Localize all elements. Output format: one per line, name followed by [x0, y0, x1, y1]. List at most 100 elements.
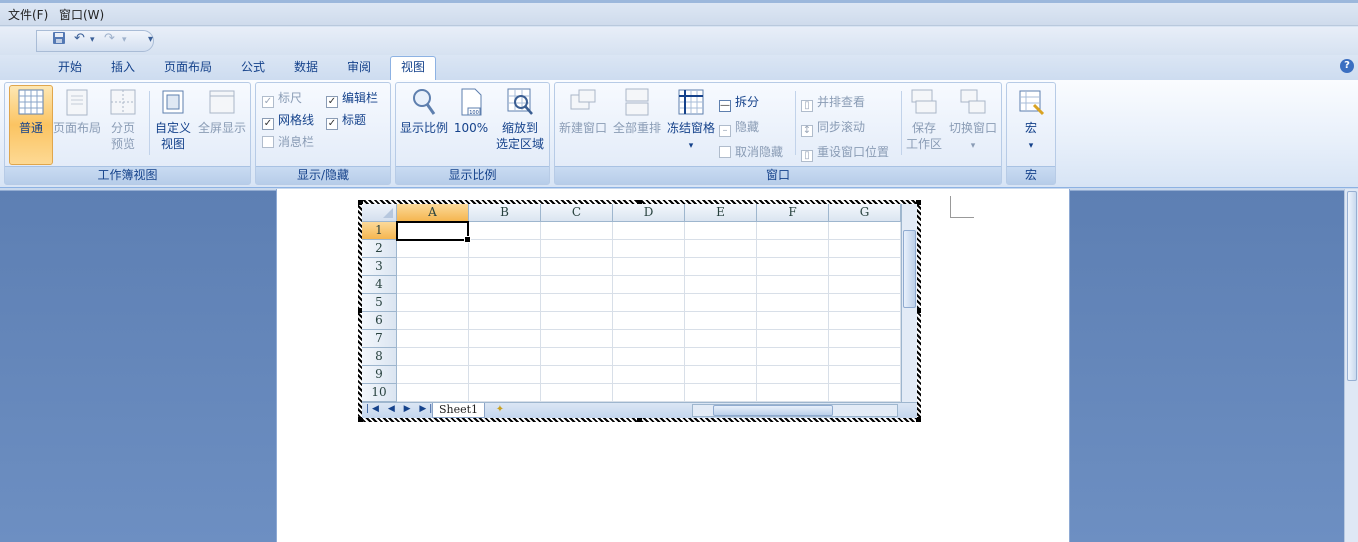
custom-views-button[interactable]: 自定义 视图 [153, 87, 193, 152]
row-header[interactable]: 8 [362, 348, 397, 366]
menu-file[interactable]: 文件(F) [8, 6, 48, 23]
normal-view-button[interactable]: 普通 [9, 87, 53, 136]
save-workspace-button[interactable]: 保存 工作区 [903, 87, 945, 152]
zoom-button[interactable]: 显示比例 [398, 87, 450, 136]
group-label-window: 窗口 [555, 166, 1001, 184]
row-header[interactable]: 3 [362, 258, 397, 276]
sheet-tab-sheet1[interactable]: Sheet1 [432, 403, 486, 418]
reset-window-position-button[interactable]: ▯ 重设窗口位置 [801, 143, 889, 162]
group-label-macros: 宏 [1007, 166, 1055, 184]
view-side-by-side-button[interactable]: ▯ 并排查看 [801, 93, 865, 112]
full-screen-button[interactable]: 全屏显示 [195, 87, 249, 136]
page-break-preview-button[interactable]: 分页 预览 [105, 87, 141, 152]
sheet-tab-bar: |◀ ◀ ▶ ▶| Sheet1 ✦ [362, 402, 917, 418]
customize-qat-icon[interactable]: ▾ [148, 34, 153, 45]
freeze-panes-button[interactable]: 冻结窗格 ▾ [665, 87, 717, 154]
column-header[interactable]: D [613, 204, 685, 222]
document-vertical-scrollbar[interactable] [1344, 189, 1358, 542]
column-header[interactable]: F [757, 204, 829, 222]
undo-dropdown-icon[interactable]: ▾ [90, 35, 95, 45]
row-header[interactable]: 5 [362, 294, 397, 312]
sheet-vertical-scrollbar[interactable] [901, 204, 917, 402]
row-header[interactable]: 6 [362, 312, 397, 330]
save-icon[interactable] [52, 31, 66, 49]
split-button[interactable]: — 拆分 [719, 93, 759, 112]
synchronous-scrolling-button[interactable]: ↕ 同步滚动 [801, 118, 865, 137]
zoom-100-icon: 100 [461, 88, 482, 116]
separator [795, 91, 796, 155]
insert-sheet-icon[interactable]: ✦ [490, 404, 510, 417]
unhide-button[interactable]: 取消隐藏 [719, 143, 783, 160]
menu-window[interactable]: 窗口(W) [59, 6, 104, 23]
row-header[interactable]: 7 [362, 330, 397, 348]
undo-icon[interactable]: ↶ [74, 31, 85, 46]
arrange-all-icon [625, 88, 649, 116]
title-strip [0, 0, 1358, 3]
group-label-zoom: 显示比例 [396, 166, 549, 184]
macros-button[interactable]: 宏 ▾ [1011, 87, 1051, 154]
redo-dropdown-icon[interactable]: ▾ [122, 35, 127, 45]
column-header[interactable]: A [397, 204, 469, 222]
row-header[interactable]: 1 [362, 222, 397, 240]
group-show-hide: ✓ 标尺 ✓ 编辑栏 ✓ 网格线 ✓ 标题 消息栏 显示/隐藏 [255, 82, 391, 185]
tab-page-layout[interactable]: 页面布局 [154, 59, 222, 80]
page-break-icon [110, 89, 136, 115]
help-icon[interactable]: ? [1340, 59, 1354, 73]
magnifier-icon [413, 89, 436, 115]
column-header[interactable]: G [829, 204, 901, 222]
page-layout-icon [66, 89, 88, 116]
group-label-show-hide: 显示/隐藏 [256, 166, 390, 184]
separator [901, 91, 902, 155]
switch-windows-button[interactable]: 切换窗口 ▾ [947, 87, 999, 154]
group-macros: 宏 ▾ 宏 [1006, 82, 1056, 185]
ribbon-tabs: 开始 插入 页面布局 公式 数据 审阅 视图 ? [0, 55, 1358, 80]
zoom-to-selection-button[interactable]: 缩放到 选定区域 [492, 87, 548, 152]
sheet-nav-arrows[interactable]: |◀ ◀ ▶ ▶| [366, 404, 435, 414]
column-header[interactable]: B [469, 204, 541, 222]
arrange-all-button[interactable]: 全部重排 [611, 87, 663, 136]
active-cell-a1[interactable] [396, 221, 471, 243]
gridlines-checkbox[interactable]: ✓ 网格线 [262, 111, 314, 130]
tab-data[interactable]: 数据 [284, 59, 328, 80]
worksheet: A B C D E F G 1 2 3 4 5 6 7 8 9 10 |◀ ◀ … [362, 204, 917, 418]
page-margin-mark [950, 196, 974, 218]
zoom-100-button[interactable]: 100 100% [452, 87, 490, 136]
column-header[interactable]: C [541, 204, 613, 222]
freeze-panes-icon [678, 89, 704, 115]
macros-dropdown-icon: ▾ [1028, 141, 1034, 151]
quick-access-toolbar: ↶ ▾ ↷ ▾ ▾ [0, 27, 1358, 55]
scrollbar-thumb[interactable] [1347, 191, 1357, 381]
row-header[interactable]: 10 [362, 384, 397, 402]
group-workbook-views: 普通 页面布局 分页 预览 自定义 视图 全屏显示 工作簿视图 [4, 82, 251, 185]
formula-bar-checkbox[interactable]: ✓ 编辑栏 [326, 89, 378, 108]
full-screen-icon [209, 90, 235, 114]
new-window-button[interactable]: 新建窗口 [557, 87, 609, 136]
cell-grid[interactable] [397, 222, 901, 402]
tab-view[interactable]: 视图 [390, 56, 437, 80]
ribbon: 普通 页面布局 分页 预览 自定义 视图 全屏显示 工作簿视图 ✓ 标尺 ✓ 编辑栏… [0, 80, 1358, 188]
menu-bar: 文件(F) 窗口(W) [0, 0, 1358, 26]
embedded-worksheet[interactable]: A B C D E F G 1 2 3 4 5 6 7 8 9 10 |◀ ◀ … [358, 200, 921, 422]
new-window-icon [570, 89, 596, 110]
page-layout-view-button[interactable]: 页面布局 [51, 87, 103, 136]
redo-icon[interactable]: ↷ [104, 31, 115, 46]
row-header[interactable]: 9 [362, 366, 397, 384]
hide-button[interactable]: – 隐藏 [719, 118, 759, 137]
column-header[interactable]: E [685, 204, 757, 222]
freeze-dropdown-icon: ▾ [688, 141, 694, 151]
scrollbar-thumb[interactable] [903, 230, 916, 308]
sheet-horizontal-scrollbar[interactable] [692, 404, 898, 417]
select-all-corner[interactable] [362, 204, 397, 222]
tab-home[interactable]: 开始 [48, 59, 92, 80]
tab-formulas[interactable]: 公式 [231, 59, 275, 80]
headings-checkbox[interactable]: ✓ 标题 [326, 111, 366, 130]
switch-dropdown-icon: ▾ [970, 141, 976, 151]
ruler-checkbox[interactable]: ✓ 标尺 [262, 89, 302, 108]
row-header[interactable]: 2 [362, 240, 397, 258]
tab-insert[interactable]: 插入 [101, 59, 145, 80]
scrollbar-thumb[interactable] [713, 405, 833, 416]
message-bar-checkbox[interactable]: 消息栏 [262, 133, 314, 150]
tab-review[interactable]: 审阅 [337, 59, 381, 80]
svg-text:100: 100 [469, 110, 479, 116]
row-header[interactable]: 4 [362, 276, 397, 294]
